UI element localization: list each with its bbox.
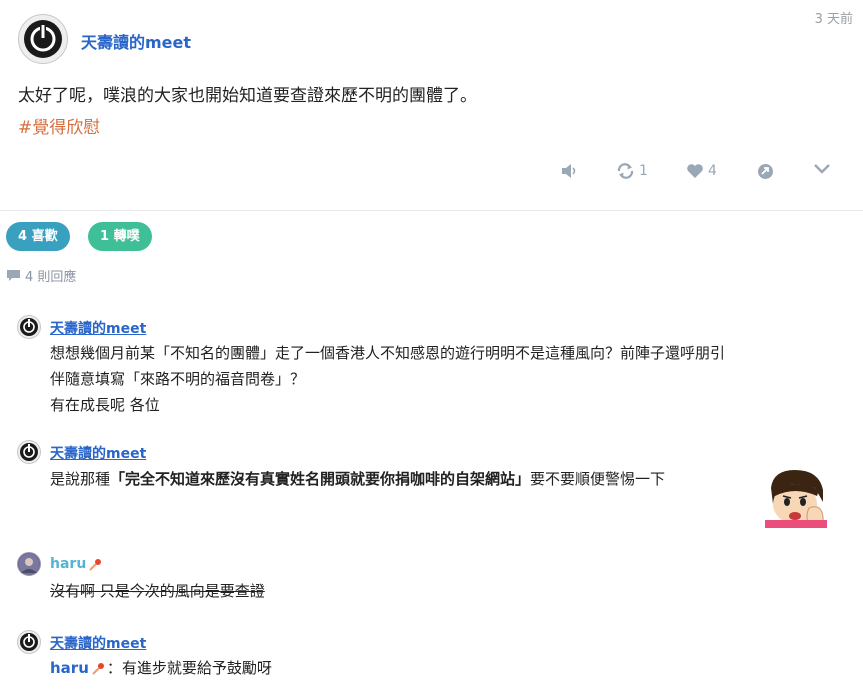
emoticon-image <box>765 468 827 528</box>
replurks-badge[interactable]: 1 轉噗 <box>88 222 152 251</box>
response-author-group[interactable]: haru <box>50 556 102 572</box>
response-text: 是說那種「完全不知道來歷沒有真實姓名開頭就要你捐咖啡的自架網站」要不要順便警惕一… <box>50 466 760 492</box>
response-text-plain: 是說那種 <box>50 470 111 488</box>
response-text: haru ：有進步就要給予鼓勵呀 <box>50 655 272 681</box>
power-icon <box>20 318 38 336</box>
post-author-name[interactable]: 天壽讀的meet <box>81 29 191 53</box>
likes-badge[interactable]: 4 喜歡 <box>6 222 70 251</box>
response-avatar[interactable] <box>17 440 41 464</box>
response-author[interactable]: 天壽讀的meet <box>50 443 146 463</box>
author-avatar[interactable] <box>18 14 68 64</box>
post-divider <box>0 210 863 211</box>
response-line: 伴隨意填寫「來路不明的福音問卷」？ <box>50 370 306 388</box>
mute-button[interactable] <box>561 163 579 179</box>
responses-count-label: 4 則回應 <box>25 270 77 285</box>
response-text-plain: ：有進步就要給予鼓勵呀 <box>106 659 272 677</box>
response-text: 沒有啊 只是今次的風向是要查證 <box>50 582 265 600</box>
response-text: 想想幾個月前某「不知名的團體」走了一個香港人不知感恩的遊行明明不是這種風向？前陣… <box>50 340 850 418</box>
response-text-plain: 要不要順便警惕一下 <box>530 470 666 488</box>
response-avatar[interactable] <box>17 315 41 339</box>
power-icon <box>20 443 38 461</box>
post-hashtag[interactable]: #覺得欣慰 <box>18 113 100 138</box>
response-line: 有在成長呢 各位 <box>50 396 160 414</box>
share-icon <box>758 164 773 179</box>
post-content: 太好了呢，噗浪的大家也開始知道要查證來歷不明的團體了。 <box>18 86 477 106</box>
shooting-star-icon <box>89 558 102 571</box>
speaker-icon <box>562 164 576 178</box>
heart-icon <box>687 164 703 178</box>
like-button[interactable]: 4 <box>686 163 717 179</box>
response-text-bold: 「完全不知道來歷沒有真實姓名開頭就要你捐咖啡的自架網站」 <box>110 470 531 488</box>
share-button[interactable] <box>757 163 774 180</box>
user-photo-icon <box>19 554 39 574</box>
power-icon <box>24 20 62 58</box>
replurk-count: 1 <box>639 163 648 179</box>
response-author[interactable]: 天壽讀的meet <box>50 633 146 653</box>
haru-avatar[interactable] <box>17 552 41 576</box>
replurk-button[interactable]: 1 <box>616 163 648 179</box>
more-options-button[interactable] <box>813 163 831 175</box>
chevron-down-icon <box>814 164 830 174</box>
power-icon <box>20 633 38 651</box>
responses-count: 4 則回應 <box>6 266 76 285</box>
replurk-icon <box>617 163 634 179</box>
shouting-character-icon <box>765 468 827 528</box>
response-author[interactable]: 天壽讀的meet <box>50 318 146 338</box>
mention-link[interactable]: haru <box>50 655 89 681</box>
response-avatar[interactable] <box>17 630 41 654</box>
speech-bubble-icon <box>7 270 20 281</box>
response-line: 想想幾個月前某「不知名的團體」走了一個香港人不知感恩的遊行明明不是這種風向？前陣… <box>50 344 726 362</box>
response-author[interactable]: haru <box>50 556 86 572</box>
shooting-star-icon <box>92 662 104 675</box>
post-timestamp: 3 天前 <box>814 12 853 27</box>
like-count: 4 <box>708 163 717 179</box>
